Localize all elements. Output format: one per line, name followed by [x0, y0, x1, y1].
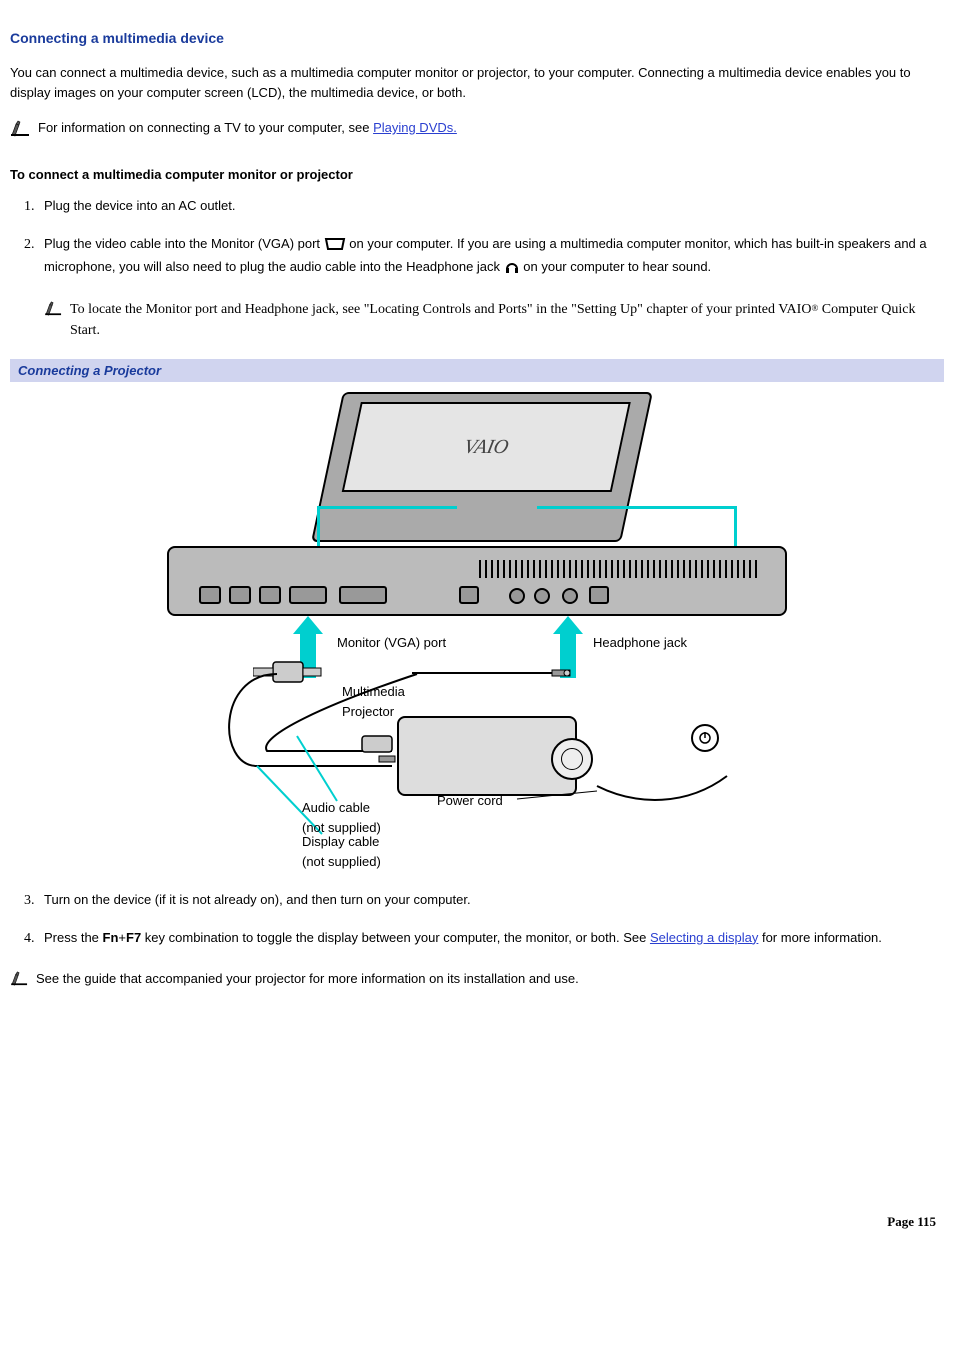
step-2-note-a: To locate the Monitor port and Headphone…: [70, 302, 811, 317]
diagram-label-headphone: Headphone jack: [593, 633, 687, 653]
step-4-c: for more information.: [758, 930, 882, 945]
page-number: Page 115: [10, 1212, 944, 1232]
step-4-text: Press the Fn+F7 key combination to toggl…: [44, 928, 944, 948]
steps-list-continued: Turn on the device (if it is not already…: [38, 890, 944, 947]
diagram-port: [509, 588, 525, 604]
diagram-callout-line: [317, 506, 457, 550]
diagram-headphone-port: [562, 588, 578, 604]
final-note-text: See the guide that accompanied your proj…: [36, 969, 579, 989]
diagram-label-display: Display cable (not supplied): [302, 832, 381, 871]
step-4-b: key combination to toggle the display be…: [141, 930, 650, 945]
pencil-note-icon: [44, 301, 64, 323]
step-2-note-text: To locate the Monitor port and Headphone…: [70, 299, 944, 341]
step-2-note: To locate the Monitor port and Headphone…: [44, 299, 944, 341]
diagram-vga-port: [289, 586, 327, 604]
vga-port-icon: [324, 236, 346, 258]
diagram-cables: [207, 656, 767, 856]
step-2: Plug the video cable into the Monitor (V…: [38, 234, 944, 341]
label-line: Audio cable: [302, 800, 370, 815]
figure-caption-bar: Connecting a Projector: [10, 359, 944, 383]
playing-dvds-link[interactable]: Playing DVDs.: [373, 120, 457, 135]
info-note-text: For information on connecting a TV to yo…: [38, 118, 457, 138]
info-note: For information on connecting a TV to yo…: [10, 118, 944, 143]
step-3: Turn on the device (if it is not already…: [38, 890, 944, 910]
steps-list: Plug the device into an AC outlet. Plug …: [38, 196, 944, 341]
figure-container: VAIO Monitor (VGA) port Headphone jack: [10, 386, 944, 866]
diagram-port: [339, 586, 387, 604]
intro-paragraph: You can connect a multimedia device, suc…: [10, 63, 944, 102]
diagram-label-vga: Monitor (VGA) port: [337, 633, 446, 653]
projector-diagram: VAIO Monitor (VGA) port Headphone jack: [167, 386, 787, 866]
diagram-port: [534, 588, 550, 604]
step-4-f7-key: F7: [126, 930, 141, 945]
diagram-port: [589, 586, 609, 604]
label-line: (not supplied): [302, 854, 381, 869]
pencil-note-icon: [10, 120, 32, 143]
procedure-heading: To connect a multimedia computer monitor…: [10, 165, 944, 185]
step-4-plus: +: [118, 930, 126, 945]
step-3-text: Turn on the device (if it is not already…: [44, 890, 944, 910]
diagram-port: [199, 586, 221, 604]
info-note-prefix: For information on connecting a TV to yo…: [38, 120, 373, 135]
step-4-a: Press the: [44, 930, 103, 945]
diagram-label-power: Power cord: [437, 791, 503, 811]
step-1: Plug the device into an AC outlet.: [38, 196, 944, 216]
step-4: Press the Fn+F7 key combination to toggl…: [38, 928, 944, 948]
diagram-laptop-screen: VAIO: [342, 402, 631, 492]
diagram-port: [459, 586, 479, 604]
diagram-port: [259, 586, 281, 604]
step-4-fn-key: Fn: [103, 930, 119, 945]
diagram-back-panel: [167, 546, 787, 616]
pencil-note-icon: [10, 971, 30, 992]
diagram-callout-line: [537, 506, 737, 550]
selecting-display-link[interactable]: Selecting a display: [650, 930, 758, 945]
diagram-port: [229, 586, 251, 604]
step-1-text: Plug the device into an AC outlet.: [44, 196, 944, 216]
label-line: Display cable: [302, 834, 379, 849]
step-2-text: Plug the video cable into the Monitor (V…: [44, 234, 944, 281]
headphone-jack-icon: [504, 259, 520, 281]
step-2-part-a: Plug the video cable into the Monitor (V…: [44, 236, 324, 251]
section-title: Connecting a multimedia device: [10, 28, 944, 49]
step-2-part-c: on your computer to hear sound.: [523, 259, 711, 274]
final-note: See the guide that accompanied your proj…: [10, 969, 944, 992]
